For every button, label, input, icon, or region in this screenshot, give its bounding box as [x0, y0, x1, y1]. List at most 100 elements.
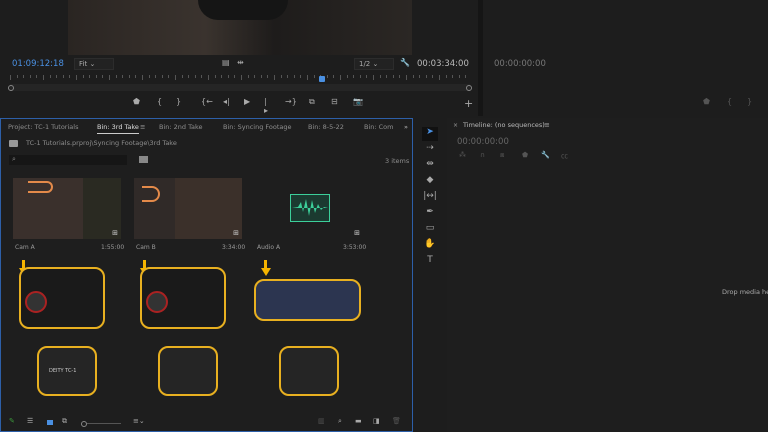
clip-duration: 3:53:00	[343, 244, 367, 251]
linked-selection-icon[interactable]: ⧈	[500, 151, 504, 160]
tab-3rd-take[interactable]: Bin: 3rd Take	[97, 123, 139, 134]
drag-video-icon[interactable]: ▤	[222, 58, 230, 67]
ruler-tick	[452, 75, 454, 78]
clip-type-icon: ⊞	[354, 229, 360, 237]
source-video-frame	[68, 0, 412, 55]
step-forward-icon[interactable]: |▸	[264, 97, 268, 115]
type-tool-icon[interactable]: T	[422, 255, 438, 269]
ripple-edit-tool-icon[interactable]: ⇹	[422, 159, 438, 173]
close-timeline-icon[interactable]: ×	[453, 122, 458, 129]
export-frame-icon[interactable]: 📷	[353, 97, 363, 106]
pencil-icon[interactable]: ✎	[9, 417, 15, 425]
clip-thumbnail: ⊞	[255, 178, 363, 239]
zoom-value: Fit	[79, 60, 88, 68]
search-input[interactable]: ⌕	[9, 155, 127, 165]
tc1-device-image	[158, 346, 218, 396]
selection-tool-icon[interactable]: ➤	[422, 127, 438, 141]
slip-tool-icon[interactable]: |↔|	[422, 191, 438, 205]
timeline-timecode[interactable]: 00:00:00:00	[457, 137, 509, 147]
neon-logo	[28, 181, 53, 193]
mark-in-icon[interactable]: {	[157, 97, 162, 106]
tab-com[interactable]: Bin: Com	[364, 123, 394, 131]
source-timecode[interactable]: 01:09:12:18	[12, 59, 64, 69]
zoom-slider-handle[interactable]	[81, 421, 87, 427]
drag-audio-icon[interactable]: ⇹	[237, 58, 244, 67]
add-marker-icon[interactable]: ⬟	[522, 151, 528, 159]
more-tabs-icon[interactable]: »	[404, 123, 408, 131]
sort-icon[interactable]: ≡⌄	[133, 417, 145, 425]
tab-syncing-footage[interactable]: Bin: Syncing Footage	[223, 123, 292, 131]
ruler-tick	[425, 75, 427, 78]
tab-8-5-22[interactable]: Bin: 8-5-22	[308, 123, 344, 131]
captions-icon[interactable]: ㏄	[561, 151, 568, 161]
clip-duration: 3:34:00	[222, 244, 246, 251]
zoom-dropdown[interactable]: Fit ⌄	[74, 58, 114, 70]
bin-path: TC-1 Tutorials.prproj\Syncing Footage\3r…	[26, 139, 177, 147]
list-view-icon[interactable]: ☰	[27, 417, 33, 425]
clip-cam-a[interactable]: ⊞ Cam A 1:55:00	[13, 178, 131, 251]
step-back-icon[interactable]: ◂|	[223, 97, 230, 106]
insert-icon[interactable]: ⧉	[309, 97, 315, 107]
new-item-icon[interactable]: ◨	[373, 417, 380, 425]
program-timecode[interactable]: 00:00:00:00	[494, 59, 546, 69]
tools-panel: ➤ ⇢ ⇹ ◆ |↔| ✒ ▭ ✋ T	[418, 125, 442, 275]
clip-audio-a[interactable]: ⊞ Audio A 3:53:00	[255, 178, 373, 251]
monitor-divider[interactable]	[478, 0, 483, 116]
playhead[interactable]	[319, 76, 325, 82]
clip-thumbnail: ⊞	[13, 178, 121, 239]
marker-icon[interactable]: ⬟	[133, 97, 140, 106]
go-to-out-icon[interactable]: →}	[285, 97, 297, 106]
tab-project[interactable]: Project: TC-1 Tutorials	[8, 123, 78, 131]
find-icon[interactable]: ⌕	[338, 417, 342, 426]
resolution-dropdown[interactable]: 1/2 ⌄	[354, 58, 394, 70]
program-mark-in-icon[interactable]: {	[727, 97, 732, 106]
timeline-settings-icon[interactable]: 🔧	[541, 151, 550, 159]
razor-tool-icon[interactable]: ◆	[422, 175, 438, 189]
ruler-tick	[10, 75, 11, 80]
tab-menu-icon[interactable]: ≡	[140, 123, 145, 131]
ruler-tick	[49, 75, 51, 78]
track-select-tool-icon[interactable]: ⇢	[422, 143, 438, 157]
ruler-tick	[135, 75, 137, 78]
ruler-tick	[234, 75, 236, 78]
presenter-figure	[198, 0, 288, 20]
ruler-tick	[445, 75, 447, 78]
icon-view-icon[interactable]	[47, 420, 53, 425]
pen-tool-icon[interactable]: ✒	[422, 207, 438, 221]
new-bin-footer-icon[interactable]: ▬	[355, 417, 362, 425]
rectangle-tool-icon[interactable]: ▭	[422, 223, 438, 237]
scroll-end-handle[interactable]	[466, 85, 472, 91]
scroll-start-handle[interactable]	[8, 85, 14, 91]
nest-icon[interactable]: ⁂	[459, 151, 466, 159]
automate-icon[interactable]: ▥	[318, 417, 325, 425]
ruler-tick	[313, 75, 315, 78]
timeline-menu-icon[interactable]: ≡	[544, 121, 550, 129]
hand-tool-icon[interactable]: ✋	[422, 239, 438, 253]
clip-name: Audio A	[257, 244, 281, 251]
tab-2nd-take[interactable]: Bin: 2nd Take	[159, 123, 203, 131]
freeform-view-icon[interactable]: ⧉	[62, 417, 67, 426]
go-to-in-icon[interactable]: {←	[201, 97, 213, 106]
trash-icon[interactable]: 🗑	[392, 417, 401, 425]
clip-cam-b[interactable]: ⊞ Cam B 3:34:00	[134, 178, 252, 251]
tc1-device-image: DEITY TC-1	[37, 346, 97, 396]
ruler-tick	[399, 75, 401, 78]
ruler-tick	[274, 75, 275, 80]
ruler-tick	[326, 75, 328, 78]
wrench-icon[interactable]: 🔧	[400, 58, 410, 67]
new-bin-icon[interactable]	[139, 156, 148, 163]
program-marker-icon[interactable]: ⬟	[703, 97, 710, 106]
ruler-tick	[359, 75, 361, 78]
clip-name: Cam A	[15, 244, 35, 251]
search-icon: ⌕	[12, 155, 16, 163]
snap-icon[interactable]: ∩	[480, 151, 485, 159]
play-icon[interactable]: ▶	[244, 97, 250, 106]
zoom-scrollbar[interactable]	[10, 84, 470, 91]
zoom-slider[interactable]	[87, 423, 121, 424]
ruler-tick	[102, 75, 104, 78]
add-button-icon[interactable]: +	[464, 97, 473, 110]
overwrite-icon[interactable]: ⊟	[331, 97, 338, 106]
ruler-tick	[412, 75, 414, 78]
program-mark-out-icon[interactable]: }	[747, 97, 752, 106]
mark-out-icon[interactable]: }	[176, 97, 181, 106]
